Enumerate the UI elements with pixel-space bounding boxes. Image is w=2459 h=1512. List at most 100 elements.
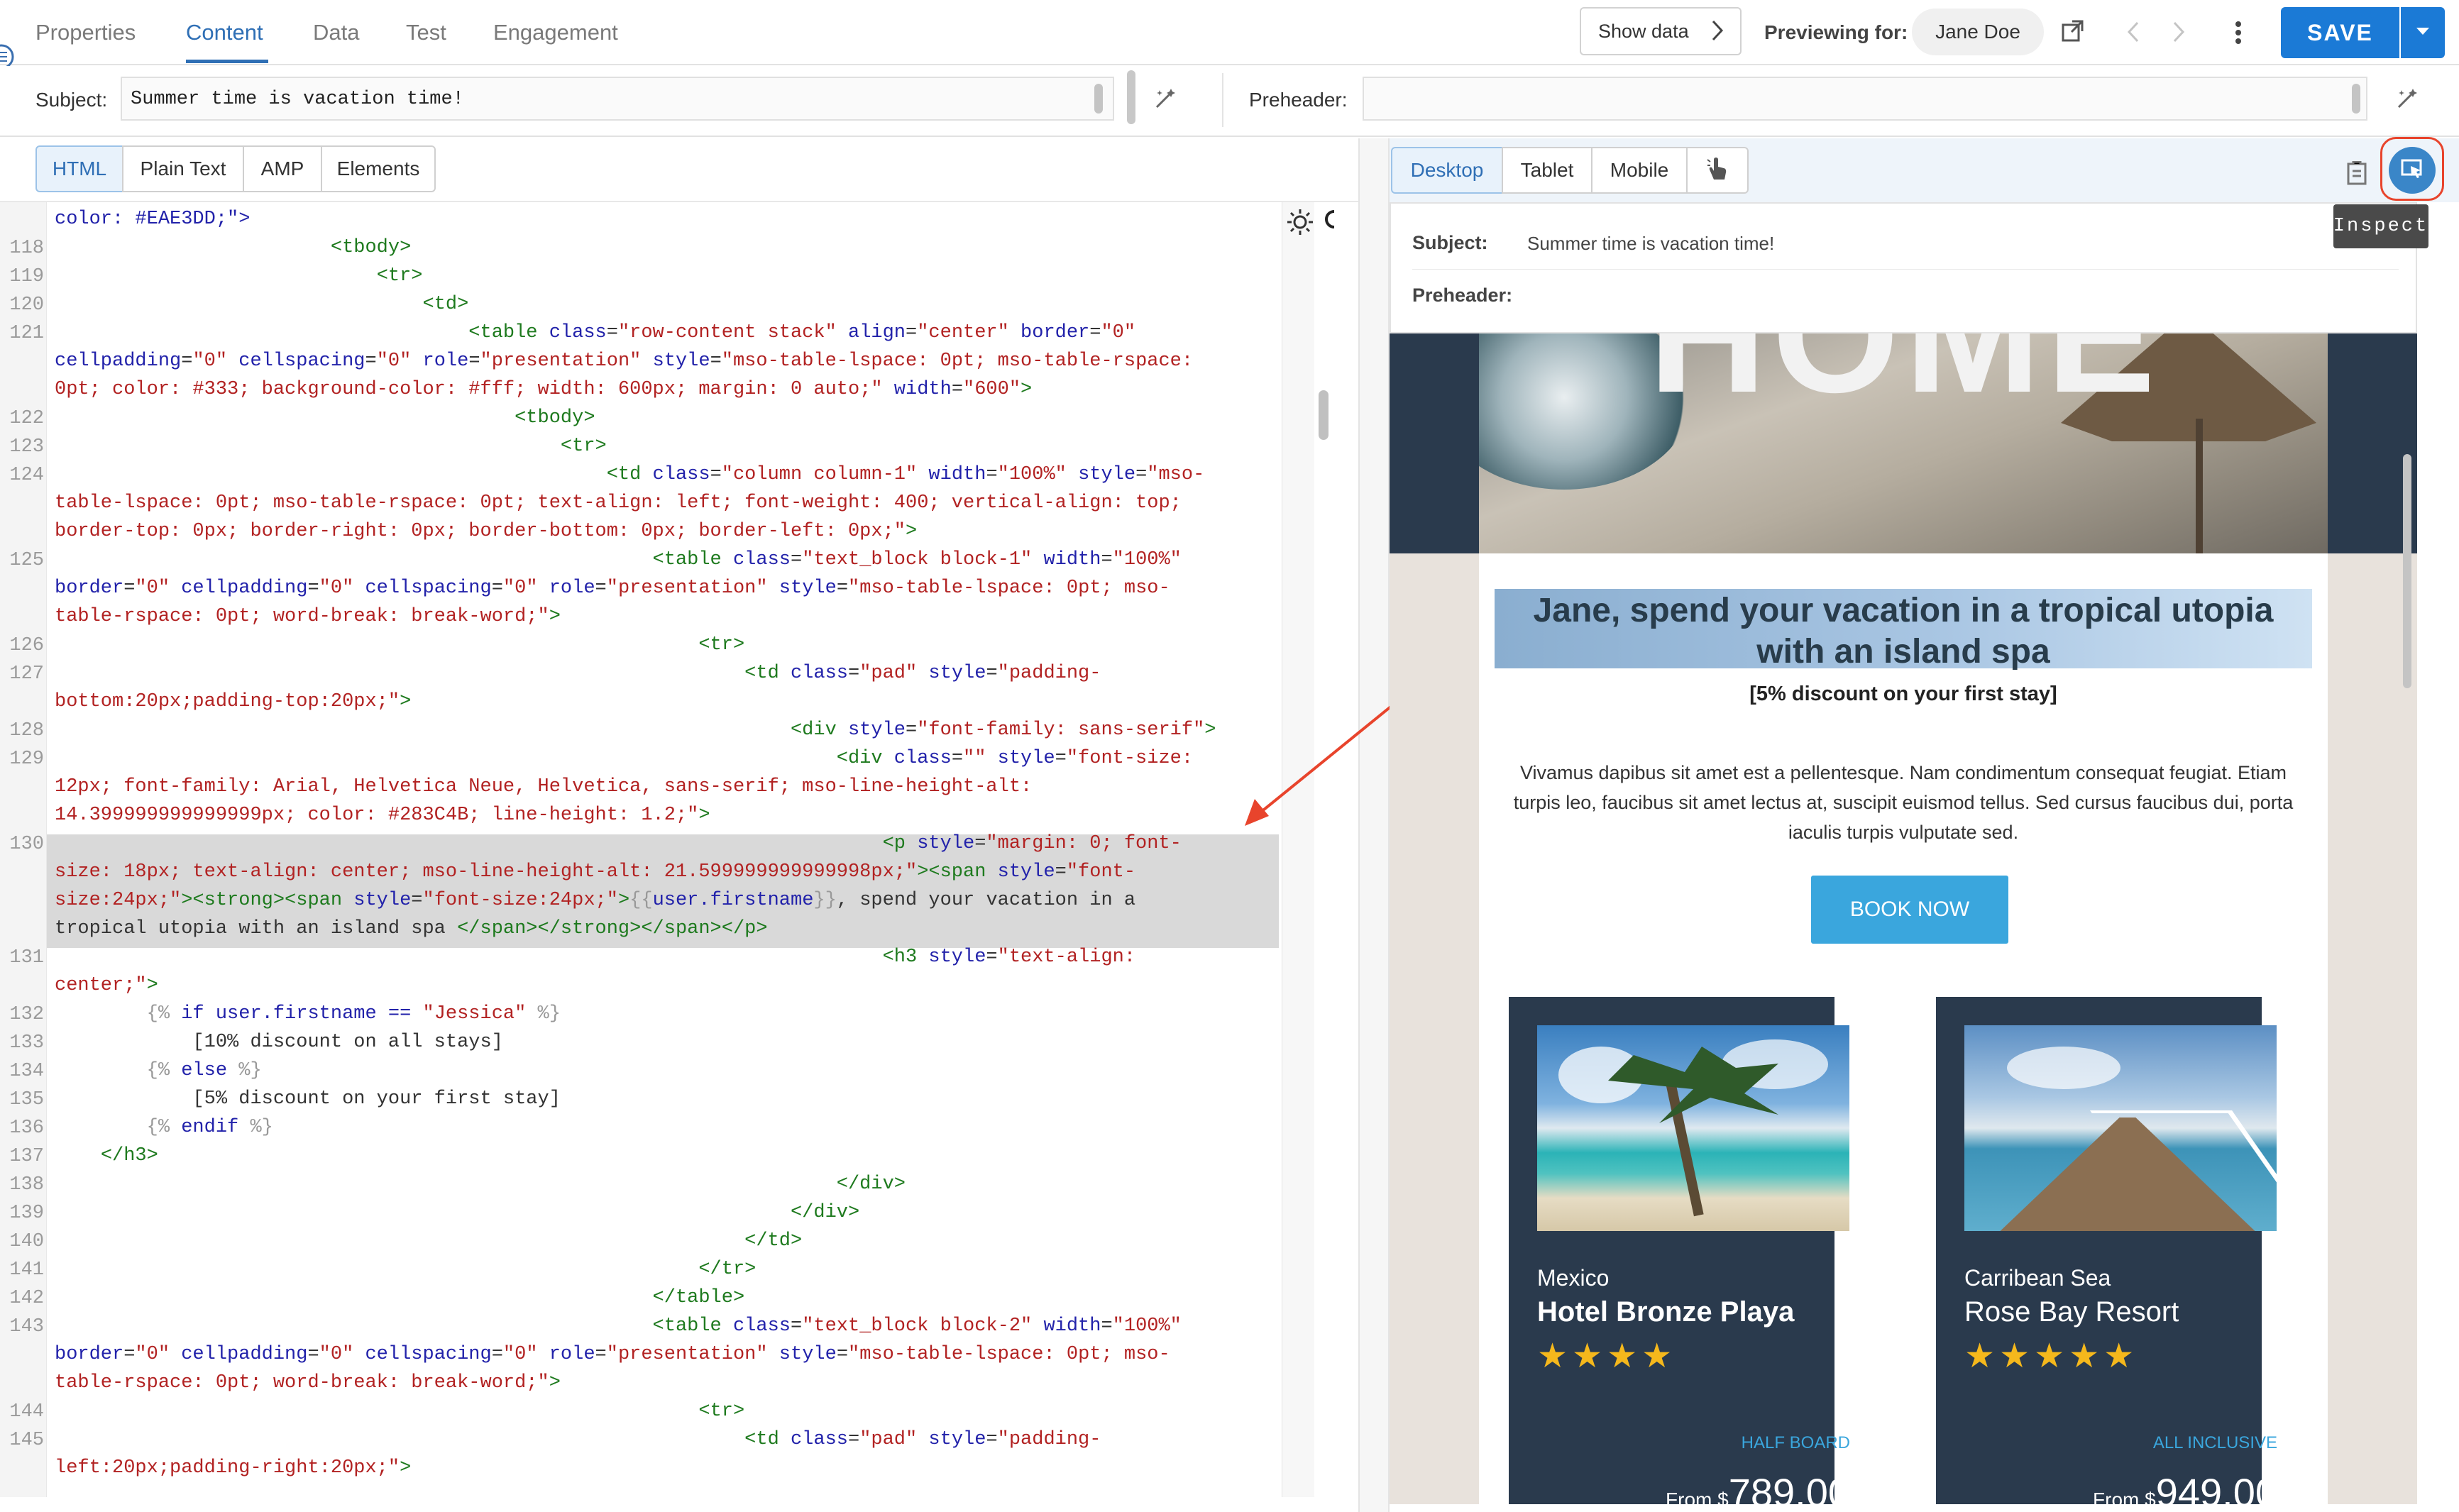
mode-plain-text-label: Plain Text bbox=[140, 158, 226, 180]
line-number: 131 bbox=[9, 947, 44, 969]
mode-elements-label: Elements bbox=[336, 158, 420, 180]
book-now-label: BOOK NOW bbox=[1849, 898, 1970, 921]
tab-data[interactable]: Data bbox=[313, 20, 359, 45]
clipboard-icon[interactable] bbox=[2346, 160, 2369, 189]
interactive-mode-button[interactable] bbox=[1686, 147, 1749, 194]
preheader-input[interactable] bbox=[1363, 77, 2367, 121]
theme-toggle-icon[interactable] bbox=[1286, 208, 1314, 240]
tab-content[interactable]: Content bbox=[186, 20, 263, 45]
code-line: </h3> bbox=[100, 1145, 158, 1166]
previous-icon[interactable] bbox=[2126, 20, 2140, 48]
preview-preheader-label: Preheader: bbox=[1412, 285, 1513, 306]
line-number: 144 bbox=[9, 1401, 44, 1423]
mode-elements-tab[interactable]: Elements bbox=[321, 145, 436, 192]
hotel-card[interactable]: Carribean Sea Rose Bay Resort ★★★★★ ALL … bbox=[1936, 997, 2277, 1504]
chevron-right-icon bbox=[1710, 18, 1724, 48]
line-number: 123 bbox=[9, 436, 44, 458]
save-dropdown-button[interactable] bbox=[2401, 7, 2445, 58]
code-line: [10% discount on all stays] bbox=[55, 1032, 503, 1053]
code-line: <td class="column column-1" width="100%"… bbox=[606, 464, 1205, 485]
line-number: 126 bbox=[9, 635, 44, 656]
code-line: border-top: 0px; border-right: 0px; bord… bbox=[55, 521, 918, 542]
hero-beach-image: HOME bbox=[1479, 333, 2328, 553]
card-price-prefix: From $ bbox=[2093, 1489, 2156, 1504]
more-options-icon[interactable] bbox=[2234, 20, 2243, 49]
book-now-button[interactable]: BOOK NOW bbox=[1811, 876, 2008, 944]
discount-text: [5% discount on your first stay] bbox=[1749, 683, 2057, 705]
line-number: 122 bbox=[9, 408, 44, 429]
personalize-wand-icon[interactable] bbox=[1153, 86, 1178, 115]
code-line: </td> bbox=[744, 1230, 803, 1252]
code-line: bottom:20px;padding-top:20px;"> bbox=[55, 691, 412, 712]
mode-html-label: HTML bbox=[52, 158, 107, 180]
subject-divider bbox=[1222, 73, 1223, 127]
subject-scrollbar[interactable] bbox=[1094, 84, 1103, 114]
preview-toolbar: Desktop Tablet Mobile bbox=[1390, 137, 2459, 202]
code-line: table-rspace: 0pt; word-break: break-wor… bbox=[55, 1372, 561, 1394]
hotel-card[interactable]: Mexico Hotel Bronze Playa ★★★★ HALF BOAR… bbox=[1509, 997, 1850, 1504]
line-number: 141 bbox=[9, 1259, 44, 1281]
preview-scrollbar-thumb[interactable] bbox=[2403, 454, 2411, 688]
line-number: 129 bbox=[9, 749, 44, 770]
preheader-wand-icon[interactable] bbox=[2394, 86, 2420, 115]
preview-subject-value: Summer time is vacation time! bbox=[1527, 233, 1775, 254]
device-desktop-tab[interactable]: Desktop bbox=[1391, 147, 1503, 194]
email-canvas: HOME Jane, spend your vacation in a trop… bbox=[1390, 333, 2417, 1504]
pane-resizer[interactable] bbox=[1127, 70, 1135, 124]
mode-plain-text-tab[interactable]: Plain Text bbox=[122, 145, 244, 192]
code-line: <div class="" style="font-size: bbox=[836, 748, 1194, 769]
tab-engagement[interactable]: Engagement bbox=[493, 20, 618, 45]
code-line: {% else %} bbox=[146, 1060, 262, 1081]
search-icon[interactable] bbox=[1323, 208, 1334, 240]
line-number: 125 bbox=[9, 550, 44, 571]
code-line: 14.399999999999999px; color: #283C4B; li… bbox=[55, 805, 710, 826]
mode-amp-tab[interactable]: AMP bbox=[243, 145, 322, 192]
mexico-beach-image bbox=[1537, 1025, 1849, 1231]
code-line: <td> bbox=[422, 294, 469, 315]
top-navigation: Properties Content Data Test Engagement … bbox=[0, 0, 2459, 65]
code-line: color: #EAE3DD;"> bbox=[55, 209, 251, 230]
card-location: Carribean Sea bbox=[1964, 1265, 2111, 1291]
code-line: </div> bbox=[836, 1174, 906, 1195]
previewing-user-select[interactable]: Jane Doe bbox=[1912, 9, 2044, 55]
card-price-value: 949.00 bbox=[2155, 1470, 2277, 1504]
code-line: <td class="pad" style="padding- bbox=[744, 1429, 1101, 1450]
show-data-button[interactable]: Show data bbox=[1580, 7, 1742, 55]
preview-subject-label: Subject: bbox=[1412, 232, 1488, 253]
line-number: 127 bbox=[9, 663, 44, 685]
mode-html-tab[interactable]: HTML bbox=[35, 145, 123, 192]
subject-label: Subject: bbox=[35, 89, 108, 111]
hand-pointer-icon bbox=[1705, 155, 1729, 186]
code-line: <table class="row-content stack" align="… bbox=[468, 322, 1136, 343]
editor-scrollbar-thumb[interactable] bbox=[1319, 390, 1328, 440]
next-icon[interactable] bbox=[2172, 20, 2186, 48]
device-mobile-tab[interactable]: Mobile bbox=[1591, 147, 1688, 194]
code-line: size: 18px; text-align: center; mso-line… bbox=[55, 861, 1136, 883]
code-line: <tr> bbox=[698, 1401, 745, 1422]
preheader-scrollbar[interactable] bbox=[2352, 84, 2360, 114]
show-data-label: Show data bbox=[1598, 20, 1689, 42]
preview-header-divider bbox=[1412, 269, 2399, 270]
line-number: 145 bbox=[9, 1430, 44, 1451]
code-line: border="0" cellpadding="0" cellspacing="… bbox=[55, 1344, 1170, 1365]
line-number: 139 bbox=[9, 1203, 44, 1224]
code-line: left:20px;padding-right:20px;"> bbox=[55, 1457, 412, 1479]
inspect-cursor-icon bbox=[2399, 156, 2425, 185]
code-editor[interactable]: 118 119 120 121 122 123 124 125 126 127 … bbox=[0, 202, 1334, 1497]
mode-amp-label: AMP bbox=[260, 158, 304, 180]
inspect-button[interactable] bbox=[2389, 147, 2436, 194]
body-paragraph: Vivamus dapibus sit amet est a pellentes… bbox=[1513, 762, 2294, 843]
code-line: 12px; font-family: Arial, Helvetica Neue… bbox=[55, 776, 1033, 798]
external-link-icon[interactable] bbox=[2061, 18, 2085, 46]
subject-input[interactable]: Summer time is vacation time! bbox=[121, 77, 1114, 121]
save-button[interactable]: SAVE bbox=[2281, 7, 2399, 58]
code-line: </tr> bbox=[698, 1259, 757, 1280]
code-line: center;"> bbox=[55, 975, 158, 996]
code-line: <tr> bbox=[376, 265, 423, 287]
tab-test[interactable]: Test bbox=[406, 20, 446, 45]
code-line: table-lspace: 0pt; mso-table-rspace: 0pt… bbox=[55, 492, 1182, 514]
code-line: [5% discount on your first stay] bbox=[55, 1088, 561, 1110]
tab-properties[interactable]: Properties bbox=[35, 20, 136, 45]
line-number: 137 bbox=[9, 1146, 44, 1167]
device-tablet-tab[interactable]: Tablet bbox=[1502, 147, 1592, 194]
